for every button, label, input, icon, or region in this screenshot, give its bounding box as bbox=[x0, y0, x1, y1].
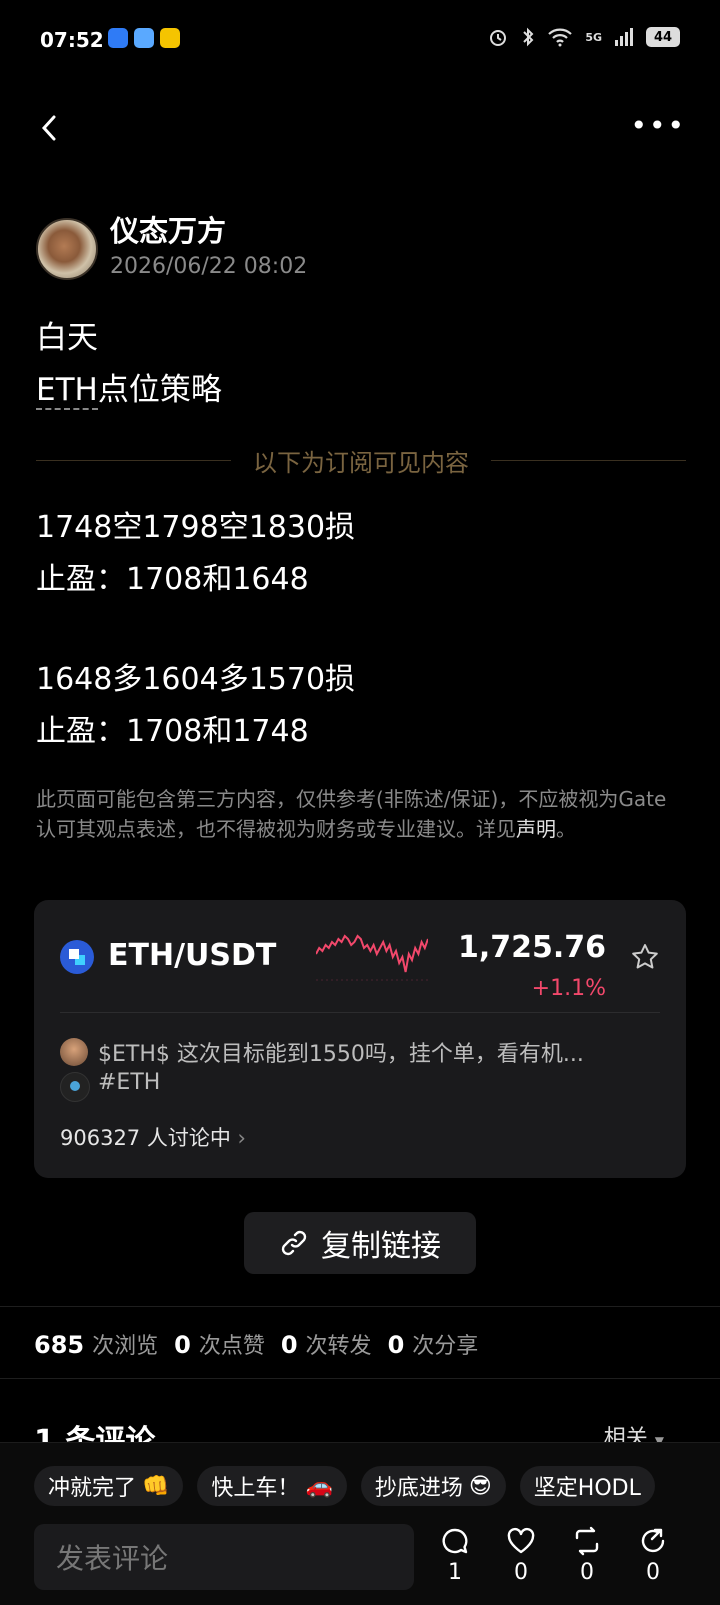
disclaimer: 此页面可能包含第三方内容，仅供参考(非陈述/保证)，不应被视为Gate认可其观点… bbox=[36, 784, 676, 844]
status-time: 07:52 bbox=[40, 28, 104, 52]
post-date: 2026/06/22 08:02 bbox=[110, 254, 308, 279]
reposts-count: 0 bbox=[280, 1331, 298, 1359]
weather-app-icon bbox=[134, 28, 154, 48]
chip-emoji: 👊 bbox=[142, 1473, 170, 1499]
section-divider bbox=[0, 1306, 720, 1307]
sparkline-series bbox=[316, 934, 428, 973]
battery-icon: 44 bbox=[646, 27, 680, 47]
gate-coin-icon bbox=[60, 940, 94, 974]
discussion-count-text: 906327 人讨论中 bbox=[60, 1126, 231, 1150]
post-line: 白天 bbox=[36, 320, 98, 356]
quick-reply-chip[interactable]: 快上车！ 🚗 bbox=[197, 1466, 347, 1506]
share-icon bbox=[641, 1528, 665, 1553]
divider-line-right bbox=[491, 459, 686, 461]
app-notification-icon bbox=[108, 28, 128, 48]
signal-icon bbox=[615, 28, 633, 46]
chip-text: 快上车！ bbox=[211, 1476, 300, 1501]
card-divider bbox=[60, 1012, 660, 1013]
price-change: +1.1% bbox=[531, 976, 606, 1001]
disclaimer-end: 。 bbox=[556, 817, 576, 841]
eth-link[interactable]: ETH bbox=[36, 372, 98, 410]
related-post-preview[interactable]: $ETH$ 这次目标能到1550吗，挂个单，看有机... bbox=[98, 1036, 584, 1068]
quick-reply-chips: 冲就完了 👊 快上车！ 🚗 抄底进场 😎 坚定HODL bbox=[34, 1466, 655, 1506]
chip-emoji: 😎 bbox=[468, 1473, 492, 1499]
price-sparkline bbox=[316, 934, 428, 981]
disclaimer-link[interactable]: 声明 bbox=[516, 817, 556, 841]
shares-count: 0 bbox=[387, 1331, 405, 1359]
hashtag-avatar bbox=[60, 1072, 90, 1102]
content-line: 1648多1604多1570损 bbox=[36, 662, 356, 697]
post-stats: 685 次浏览 0 次点赞 0 次转发 0 次分享 bbox=[34, 1328, 478, 1360]
status-indicators: 5G 44 bbox=[487, 26, 680, 48]
heart-icon bbox=[507, 1527, 535, 1554]
market-card[interactable]: ETH/USDT 1,725.76 +1.1% $ETH$ 这次目标能到1550… bbox=[34, 900, 686, 1178]
content-line: 止盈：1708和1748 bbox=[36, 714, 309, 749]
repost-count: 0 bbox=[580, 1560, 594, 1585]
content-line: 1748空1798空1830损 bbox=[36, 510, 356, 545]
status-app-icons bbox=[108, 28, 180, 48]
like-action[interactable]: 0 bbox=[498, 1526, 544, 1585]
views-label: 次浏览 bbox=[92, 1334, 159, 1359]
repost-icon bbox=[575, 1526, 599, 1556]
quick-reply-chip[interactable]: 冲就完了 👊 bbox=[34, 1466, 184, 1506]
link-icon bbox=[281, 1230, 307, 1256]
pair-price: 1,725.76 bbox=[457, 930, 606, 965]
discussion-count[interactable]: 906327 人讨论中 › bbox=[60, 1122, 246, 1152]
post-title-text: 点位策略 bbox=[97, 372, 222, 408]
trading-pair[interactable]: ETH/USDT bbox=[108, 938, 276, 973]
comment-action[interactable]: 1 bbox=[432, 1526, 478, 1585]
like-count: 0 bbox=[514, 1560, 528, 1585]
post-author-avatar bbox=[60, 1038, 88, 1066]
quick-reply-chip[interactable]: 坚定HODL bbox=[519, 1466, 655, 1506]
reposts-label: 次转发 bbox=[305, 1334, 372, 1359]
comment-count: 1 bbox=[448, 1560, 462, 1585]
quick-reply-chip[interactable]: 抄底进场 😎 bbox=[360, 1466, 506, 1506]
chevron-right-icon: › bbox=[237, 1126, 246, 1150]
share-count: 0 bbox=[646, 1560, 660, 1585]
repost-action[interactable]: 0 bbox=[564, 1526, 610, 1585]
copy-link-label: 复制链接 bbox=[321, 1229, 441, 1264]
hashtag-link[interactable]: #ETH bbox=[98, 1070, 160, 1095]
chip-text: 抄底进场 bbox=[374, 1476, 463, 1501]
subscription-divider: 以下为订阅可见内容 bbox=[36, 440, 686, 480]
share-action[interactable]: 0 bbox=[630, 1526, 676, 1585]
back-icon[interactable] bbox=[34, 112, 66, 144]
favorite-star-icon[interactable] bbox=[630, 942, 660, 972]
chip-text: 坚定HODL bbox=[533, 1476, 641, 1501]
bluetooth-icon bbox=[523, 27, 534, 47]
likes-label: 次点赞 bbox=[198, 1334, 265, 1359]
comment-icon bbox=[442, 1528, 468, 1554]
author-name[interactable]: 仪态万方 bbox=[110, 208, 226, 250]
post-title-line: ETH点位策略 bbox=[36, 364, 222, 410]
content-line: 止盈：1708和1648 bbox=[36, 562, 309, 597]
shares-label: 次分享 bbox=[412, 1334, 479, 1359]
copy-link-button[interactable]: 复制链接 bbox=[244, 1212, 476, 1274]
wifi-icon bbox=[548, 28, 573, 47]
section-divider bbox=[0, 1378, 720, 1379]
likes-count: 0 bbox=[174, 1331, 191, 1359]
more-options-icon[interactable]: ••• bbox=[630, 112, 686, 140]
alarm-icon bbox=[490, 30, 507, 46]
game-app-icon bbox=[160, 28, 180, 48]
network-type: 5G bbox=[585, 30, 602, 44]
views-count: 685 bbox=[34, 1331, 85, 1359]
comment-input[interactable]: 发表评论 bbox=[34, 1524, 414, 1590]
chip-text: 冲就完了 bbox=[48, 1476, 137, 1501]
chip-emoji: 🚗 bbox=[305, 1473, 333, 1499]
subscription-divider-label: 以下为订阅可见内容 bbox=[253, 448, 469, 477]
author-avatar[interactable] bbox=[36, 218, 98, 280]
divider-line-left bbox=[36, 459, 231, 461]
